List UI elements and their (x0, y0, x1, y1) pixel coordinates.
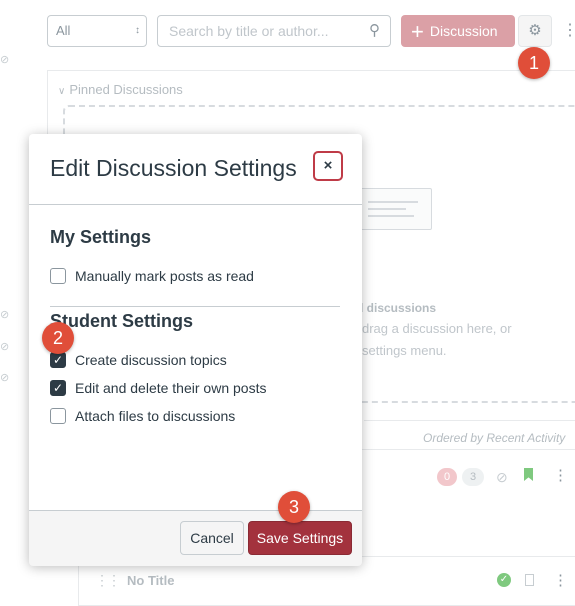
discussion-illustration (355, 188, 432, 230)
select-arrows-icon: ↕ (135, 25, 140, 36)
search-input[interactable]: Search by title or author... ⚲ (157, 15, 391, 47)
discussion-title[interactable]: No Title (127, 573, 174, 588)
settings-button[interactable]: ⚙ (518, 15, 552, 47)
checkbox-attach-files[interactable] (50, 408, 66, 424)
settings-divider (50, 306, 340, 307)
close-icon: × (323, 157, 333, 174)
step-callout-2: 2 (42, 322, 74, 354)
unpublished-icon[interactable]: ⊘ (496, 469, 508, 486)
filter-select-value: All (56, 23, 71, 38)
pinned-header[interactable]: ∨ Pinned Discussions (58, 82, 183, 97)
dialog-header-divider (29, 204, 362, 205)
step-callout-1: 1 (518, 47, 550, 79)
edit-discussion-settings-dialog: Edit Discussion Settings × My Settings M… (29, 134, 362, 566)
my-settings-heading: My Settings (50, 227, 152, 247)
checkbox-create-topics[interactable]: ✓ (50, 352, 66, 368)
published-icon[interactable]: ✓ (497, 573, 511, 587)
checkbox-manually-mark-read[interactable] (50, 268, 66, 284)
checkmark-icon: ✓ (52, 381, 64, 395)
cancel-button[interactable]: Cancel (180, 521, 244, 555)
add-discussion-label: Discussion (429, 23, 498, 39)
bookmark-icon[interactable] (524, 468, 533, 481)
hidden-eye-icon: ⊘ (0, 309, 10, 321)
kebab-icon[interactable]: ⋮ (553, 571, 568, 589)
list-section-line (364, 420, 575, 421)
kebab-icon[interactable]: ⋮ (553, 466, 568, 484)
plus-icon: + (411, 19, 424, 44)
setting-label: Manually mark posts as read (75, 268, 254, 284)
close-button[interactable]: × (313, 151, 343, 181)
setting-label: Create discussion topics (75, 352, 227, 368)
search-placeholder: Search by title or author... (169, 23, 329, 39)
hidden-eye-icon: ⊘ (0, 341, 10, 353)
pinned-header-label: Pinned Discussions (69, 82, 183, 97)
hidden-eye-icon: ⊘ (0, 54, 10, 66)
gear-icon: ⚙ (528, 22, 542, 39)
dialog-title: Edit Discussion Settings (50, 155, 297, 181)
unread-count-badge: 0 (437, 468, 457, 486)
drag-handle-icon[interactable]: ⋮⋮ (95, 572, 121, 589)
setting-label: Attach files to discussions (75, 408, 236, 424)
empty-pinned-title: d discussions (356, 301, 437, 315)
save-settings-button[interactable]: Save Settings (248, 521, 352, 555)
checkbox-edit-delete-posts[interactable]: ✓ (50, 380, 66, 396)
step-callout-3: 3 (278, 491, 310, 523)
search-icon: ⚲ (369, 22, 380, 39)
setting-label: Edit and delete their own posts (75, 380, 267, 396)
hidden-eye-icon: ⊘ (0, 372, 10, 384)
sort-order-label: Ordered by Recent Activity (423, 431, 566, 445)
checkmark-icon: ✓ (52, 353, 64, 367)
bookmark-icon[interactable] (525, 574, 534, 586)
reply-count-badge: 3 (462, 468, 484, 486)
empty-pinned-text-2: settings menu. (362, 343, 447, 358)
filter-select[interactable]: All ↕ (47, 15, 147, 47)
add-discussion-button[interactable]: + Discussion (401, 15, 515, 47)
empty-pinned-text: drag a discussion here, or (362, 321, 512, 336)
chevron-down-icon: ∨ (58, 86, 66, 97)
kebab-icon[interactable]: ⋮ (562, 15, 575, 47)
